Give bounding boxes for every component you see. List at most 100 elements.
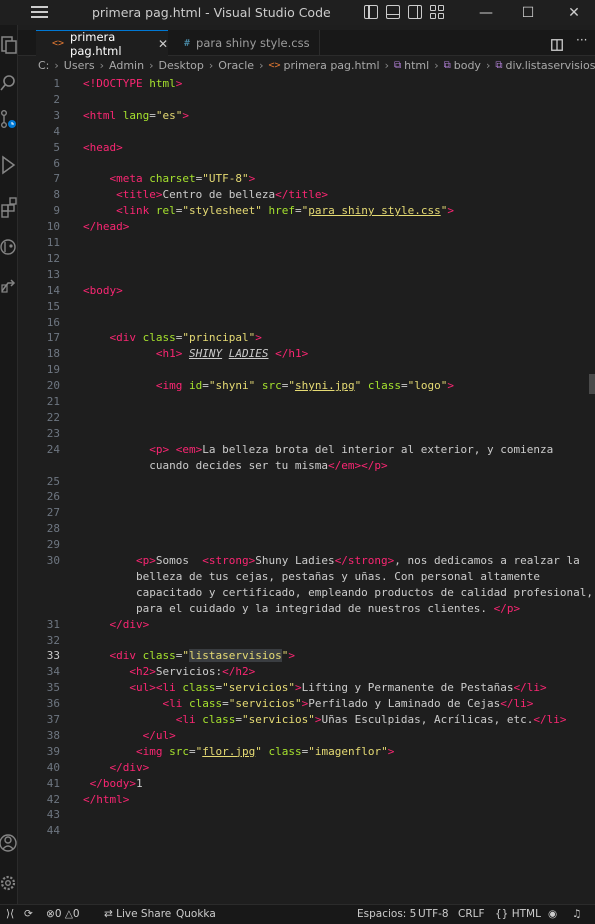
maximize-button[interactable]: ☐ xyxy=(518,3,538,23)
code-text[interactable]: <ul><li class="servicios">Lifting y Perm… xyxy=(83,680,546,696)
code-line[interactable]: 43 xyxy=(18,807,595,823)
code-text[interactable]: </head> xyxy=(83,219,129,235)
more-actions-icon[interactable]: ··· xyxy=(576,33,587,47)
code-line[interactable]: 34 <h2>Servicios:</h2> xyxy=(18,664,595,680)
remote-icon[interactable] xyxy=(0,273,18,297)
code-line[interactable]: 31 </div> xyxy=(18,617,595,633)
tab-para-shiny-style-css[interactable]: # para shiny style.css xyxy=(168,30,320,56)
code-line[interactable]: 26 xyxy=(18,489,595,505)
code-line[interactable]: 21 xyxy=(18,394,595,410)
code-text[interactable]: <meta charset="UTF-8"> xyxy=(83,171,256,187)
code-line[interactable]: 19 xyxy=(18,362,595,378)
code-line[interactable]: 4 xyxy=(18,124,595,140)
code-line[interactable]: 18 <h1> SHINY LADIES </h1> xyxy=(18,346,595,362)
code-text[interactable]: <head> xyxy=(83,140,123,156)
code-text[interactable]: </div> xyxy=(83,617,150,633)
code-line[interactable]: 44 xyxy=(18,823,595,839)
search-icon[interactable] xyxy=(0,71,18,95)
code-line[interactable]: 28 xyxy=(18,521,595,537)
code-line[interactable]: 12 xyxy=(18,251,595,267)
code-text[interactable]: cuando decides ser tu misma</em></p> xyxy=(83,458,387,474)
code-line[interactable]: 22 xyxy=(18,410,595,426)
code-text[interactable]: <div class="listaservisios"> xyxy=(83,648,295,664)
code-text[interactable]: para el cuidado y la integridad de nuest… xyxy=(83,601,520,617)
code-line[interactable]: 2 xyxy=(18,92,595,108)
code-text[interactable]: <!DOCTYPE html> xyxy=(83,76,182,92)
source-control-icon[interactable] xyxy=(0,107,18,131)
code-text[interactable]: <p> <em>La belleza brota del interior al… xyxy=(83,442,553,458)
breadcrumb-item[interactable]: primera pag.html xyxy=(284,59,380,72)
account-icon[interactable] xyxy=(0,831,18,855)
settings-gear-icon[interactable] xyxy=(0,871,18,895)
code-line[interactable]: 17 <div class="principal"> xyxy=(18,330,595,346)
breadcrumb-item[interactable]: C: xyxy=(38,59,49,72)
code-line[interactable]: 42 </html> xyxy=(18,792,595,808)
toggle-primary-sidebar-icon[interactable] xyxy=(364,5,378,19)
minimize-button[interactable]: — xyxy=(476,3,496,23)
indentation-status[interactable]: Espacios: 5 xyxy=(357,908,416,920)
code-line[interactable]: 3 <html lang="es"> xyxy=(18,108,595,124)
code-text[interactable]: <div class="principal"> xyxy=(83,330,262,346)
code-line[interactable]: 33 <div class="listaservisios"> xyxy=(18,648,595,664)
code-line[interactable]: 23 xyxy=(18,426,595,442)
run-debug-icon[interactable] xyxy=(0,153,18,177)
code-text[interactable]: <h2>Servicios:</h2> xyxy=(83,664,255,680)
code-text[interactable]: <p>Somos <strong>Shuny Ladies</strong>, … xyxy=(83,553,580,569)
code-line[interactable]: para el cuidado y la integridad de nuest… xyxy=(18,601,595,617)
code-line[interactable]: cuando decides ser tu misma</em></p> xyxy=(18,458,595,474)
code-line[interactable]: 5 <head> xyxy=(18,140,595,156)
breadcrumb-item[interactable]: Oracle xyxy=(218,59,254,72)
code-text[interactable]: <li class="servicios">Uñas Esculpidas, A… xyxy=(83,712,567,728)
code-line[interactable]: 11 xyxy=(18,235,595,251)
code-line[interactable]: 24 <p> <em>La belleza brota del interior… xyxy=(18,442,595,458)
code-line[interactable]: 30 <p>Somos <strong>Shuny Ladies</strong… xyxy=(18,553,595,569)
code-text[interactable]: </html> xyxy=(83,792,129,808)
code-line[interactable]: 20 <img id="shyni" src="shyni.jpg" class… xyxy=(18,378,595,394)
tab-primera-pag-html[interactable]: <> primera pag.html ✕ xyxy=(36,30,168,58)
code-line[interactable]: 13 xyxy=(18,267,595,283)
breadcrumb-item[interactable]: Admin xyxy=(109,59,144,72)
code-text[interactable]: <body> xyxy=(83,283,123,299)
code-line[interactable]: 27 xyxy=(18,505,595,521)
code-line[interactable]: 41 </body>1 xyxy=(18,776,595,792)
sync-icon[interactable]: ⟳ xyxy=(24,908,33,920)
code-line[interactable]: 16 xyxy=(18,315,595,331)
code-text[interactable]: <img id="shyni" src="shyni.jpg" class="l… xyxy=(83,378,454,394)
code-text[interactable]: capacitado y certificado, empleando prod… xyxy=(83,585,593,601)
quokka-status[interactable]: Quokka xyxy=(176,908,216,920)
code-line[interactable]: 7 <meta charset="UTF-8"> xyxy=(18,171,595,187)
code-line[interactable]: 9 <link rel="stylesheet" href="para shin… xyxy=(18,203,595,219)
code-line[interactable]: 29 xyxy=(18,537,595,553)
breadcrumb-item[interactable]: body xyxy=(454,59,481,72)
eol-status[interactable]: CRLF xyxy=(458,908,485,920)
close-icon[interactable]: ✕ xyxy=(158,37,168,51)
code-text[interactable]: <title>Centro de belleza</title> xyxy=(83,187,328,203)
code-line[interactable]: 39 <img src="flor.jpg" class="imagenflor… xyxy=(18,744,595,760)
code-text[interactable]: <h1> SHINY LADIES </h1> xyxy=(83,346,308,362)
encoding-status[interactable]: UTF-8 xyxy=(418,908,449,920)
code-text[interactable]: <img src="flor.jpg" class="imagenflor"> xyxy=(83,744,394,760)
code-line[interactable]: 32 xyxy=(18,633,595,649)
extensions-icon[interactable] xyxy=(0,195,18,219)
git-graph-icon[interactable] xyxy=(0,235,18,259)
customize-layout-icon[interactable] xyxy=(430,5,444,19)
code-line[interactable]: 35 <ul><li class="servicios">Lifting y P… xyxy=(18,680,595,696)
breadcrumb-item[interactable]: Desktop xyxy=(158,59,203,72)
breadcrumb-item[interactable]: Users xyxy=(64,59,95,72)
code-line[interactable]: 10 </head> xyxy=(18,219,595,235)
menu-icon[interactable] xyxy=(31,6,48,19)
code-line[interactable]: 37 <li class="servicios">Uñas Esculpidas… xyxy=(18,712,595,728)
explorer-icon[interactable] xyxy=(0,33,18,57)
split-editor-icon[interactable] xyxy=(551,36,563,55)
code-editor[interactable]: 1 <!DOCTYPE html> 2 3 <html lang="es"> 4 5 <hea… xyxy=(18,74,595,904)
toggle-panel-icon[interactable] xyxy=(386,5,400,19)
toggle-secondary-sidebar-icon[interactable] xyxy=(408,5,422,19)
code-text[interactable]: </div> xyxy=(83,760,150,776)
code-line[interactable]: 25 xyxy=(18,474,595,490)
code-text[interactable]: </ul> xyxy=(83,728,176,744)
code-line[interactable]: 40 </div> xyxy=(18,760,595,776)
close-button[interactable]: ✕ xyxy=(564,3,584,23)
code-line[interactable]: 14 <body> xyxy=(18,283,595,299)
breadcrumb-item[interactable]: div.listaservisios xyxy=(506,59,595,72)
code-text[interactable]: <html lang="es"> xyxy=(83,108,189,124)
